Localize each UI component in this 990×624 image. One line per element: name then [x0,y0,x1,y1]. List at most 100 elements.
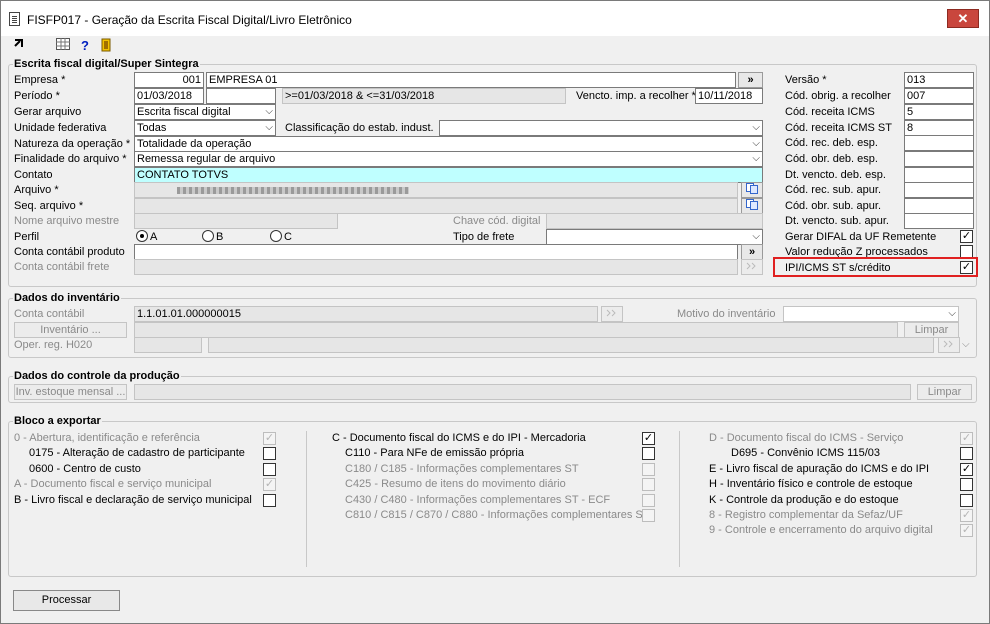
bloco-item-checkbox[interactable]: ✓ [960,432,973,445]
cod-receita-icms-label: Cód. receita ICMS [785,106,875,118]
cod-obrig-input[interactable]: 007 [904,88,974,104]
bloco-item-checkbox[interactable] [642,447,655,461]
bloco-item-label: C430 / C480 - Informações complementares… [345,493,611,506]
conta-contabil-lookup-button [601,306,623,322]
conta-frete-input [134,259,738,275]
arrow-icon[interactable] [11,38,27,54]
escrita-fiscal-title: Escrita fiscal digital/Super Sintegra [13,58,200,70]
close-button[interactable]: ✕ [947,9,979,28]
chevron-down-icon[interactable]: ⌵ [962,338,970,352]
contato-label: Contato [14,169,53,181]
motivo-label: Motivo do inventário [677,308,776,320]
dt-sub-label: Dt. vencto. sub. apur. [785,215,889,227]
bloco-item-checkbox[interactable] [960,493,973,507]
double-arrow-icon [943,340,953,348]
bloco-item-checkbox[interactable]: ✓ [960,462,973,476]
perfil-radio-c[interactable] [270,230,282,242]
arquivo-browse-button[interactable] [741,182,763,198]
inventario-button[interactable]: Inventário ... [14,322,127,338]
cod-receita-icms-input[interactable]: 5 [904,104,974,120]
redacted-path [177,186,409,194]
contato-input[interactable]: CONTATO TOTVS [134,167,763,183]
cod-receita-icms-st-input[interactable]: 8 [904,120,974,136]
main-window: FISFP017 - Geração da Escrita Fiscal Dig… [0,0,990,624]
bloco-item-checkbox[interactable] [263,493,276,507]
classificacao-select[interactable] [439,120,763,136]
bloco-item-label: E - Livro fiscal de apuração do ICMS e d… [709,462,930,475]
empresa-name-input[interactable]: EMPRESA 01 [206,72,736,88]
seq-arquivo-input[interactable] [134,198,738,214]
bloco-item-label: 0175 - Alteração de cadastro de particip… [29,447,245,460]
conta-produto-lookup-button[interactable]: » [741,244,763,260]
vencto-label: Vencto. imp. a recolher * [576,90,696,102]
grid-icon[interactable] [55,38,71,54]
bloco-item-checkbox[interactable] [960,478,973,492]
cod-rec-deb-label: Cód. rec. deb. esp. [785,137,878,149]
unidade-label: Unidade federativa [14,122,107,134]
bloco-item-checkbox[interactable] [960,447,973,461]
tipo-frete-label: Tipo de frete [453,231,515,243]
versao-input[interactable]: 013 [904,72,974,88]
bloco-item-checkbox[interactable] [642,509,655,522]
producao-limpar-button[interactable]: Limpar [917,384,972,400]
ipi-icms-st-checkbox[interactable]: ✓ [960,261,973,274]
bloco-item-label: C180 / C185 - Informações complementares… [345,462,579,475]
cod-obr-deb-input[interactable] [904,151,974,167]
bloco-item-checkbox[interactable] [642,493,655,507]
finalidade-select[interactable]: Remessa regular de arquivo [134,151,763,167]
seq-arquivo-browse-button[interactable] [741,198,763,214]
periodo-end-input[interactable] [206,88,276,104]
perfil-option-a: A [150,231,158,243]
window-title: FISFP017 - Geração da Escrita Fiscal Dig… [27,13,352,27]
bloco-item-checkbox[interactable]: ✓ [263,432,276,445]
gerar-arquivo-select[interactable]: Escrita fiscal digital [134,104,276,120]
vencto-input[interactable]: 10/11/2018 [695,88,763,104]
bloco-item-checkbox[interactable] [642,462,655,476]
periodo-start-input[interactable]: 01/03/2018 [134,88,204,104]
dt-sub-input[interactable] [904,213,974,229]
cod-rec-deb-input[interactable] [904,135,974,151]
file-browse-icon [746,199,758,210]
conta-frete-lookup-button [741,259,763,275]
bloco-item-checkbox[interactable] [642,478,655,492]
double-arrow-icon [606,309,616,317]
bloco-item-checkbox[interactable] [263,447,276,461]
bloco-item-label: D695 - Convênio ICMS 115/03 [731,447,880,460]
bloco-item-checkbox[interactable]: ✓ [263,478,276,492]
natureza-label: Natureza da operação * [14,138,131,150]
bloco-divider-2 [679,431,680,567]
oper-reg-desc-input [208,337,934,353]
empresa-code-input[interactable]: 001 [134,72,204,88]
perfil-radio-b[interactable] [202,230,214,242]
perfil-radio-a[interactable] [136,230,148,242]
inventario-title: Dados do inventário [13,292,121,304]
cod-obr-sub-input[interactable] [904,198,974,214]
conta-produto-input[interactable] [134,244,738,260]
exit-door-icon[interactable] [99,38,115,54]
tipo-frete-select[interactable] [546,229,763,245]
oper-reg-code-input [134,337,202,353]
nome-mestre-label: Nome arquivo mestre [14,215,120,227]
oper-reg-label: Oper. reg. H020 [14,339,93,351]
bloco-item-label: 0600 - Centro de custo [29,462,141,475]
difal-label: Gerar DIFAL da UF Remetente [785,231,937,243]
unidade-select[interactable]: Todas [134,120,276,136]
help-icon[interactable]: ? [77,38,93,54]
inventario-limpar-button[interactable]: Limpar [904,322,959,338]
cod-rec-sub-input[interactable] [904,182,974,198]
bloco-item-checkbox[interactable]: ✓ [960,509,973,522]
inv-estoque-button[interactable]: Inv. estoque mensal ... [14,384,127,400]
chave-label: Chave cód. digital [453,215,541,227]
empresa-label: Empresa * [14,74,66,86]
difal-checkbox[interactable]: ✓ [960,230,973,243]
inv-estoque-path-input [134,384,911,400]
natureza-select[interactable]: Totalidade da operação [134,136,763,152]
bloco-item-checkbox[interactable]: ✓ [642,432,655,445]
arquivo-input[interactable] [134,182,738,198]
motivo-select[interactable] [783,306,959,322]
bloco-item-checkbox[interactable]: ✓ [960,524,973,538]
bloco-item-checkbox[interactable] [263,462,276,476]
processar-button[interactable]: Processar [13,590,120,611]
dt-deb-input[interactable] [904,167,974,183]
empresa-lookup-button[interactable]: » [738,72,763,88]
